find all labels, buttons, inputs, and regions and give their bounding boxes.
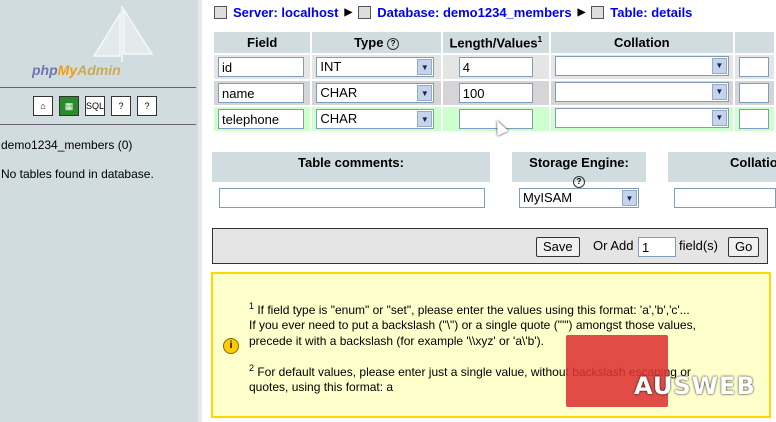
field-attributes-select[interactable] xyxy=(738,57,769,77)
length-header-label: Length/Values xyxy=(449,35,538,51)
field-name-input[interactable] xyxy=(218,109,304,129)
storage-engine-select[interactable]: MyISAM ▼ xyxy=(519,188,639,208)
breadcrumb: Server: localhost ▶ Database: demo1234_m… xyxy=(214,5,692,20)
footnote-marker: 1 xyxy=(537,34,543,44)
chevron-down-icon: ▼ xyxy=(711,57,727,74)
breadcrumb-server[interactable]: Server: localhost xyxy=(233,5,339,20)
docs-sql-icon[interactable]: ? xyxy=(137,96,157,116)
field-collation-select[interactable]: ▼ xyxy=(554,81,729,102)
field-collation-select[interactable]: ▼ xyxy=(554,107,729,128)
save-button[interactable]: Save xyxy=(536,237,580,257)
field-type-select[interactable]: CHAR ▼ xyxy=(316,83,435,103)
field-type-value: INT xyxy=(320,59,342,74)
navigation-sidebar: phpMyAdmin ⌂ ▦ SQL ? ? demo1234_members … xyxy=(0,0,198,422)
note1-text: If field type is "enum" or "set", please… xyxy=(254,303,690,317)
field-length-input[interactable] xyxy=(458,57,533,77)
query-icon[interactable]: ▦ xyxy=(59,96,79,116)
chevron-down-icon: ▼ xyxy=(622,190,637,206)
field-attributes-select[interactable] xyxy=(738,109,769,129)
home-icon[interactable]: ⌂ xyxy=(33,96,53,116)
frame-splitter[interactable] xyxy=(198,0,202,422)
no-tables-message: No tables found in database. xyxy=(1,167,154,181)
logo-php-text: php xyxy=(32,62,58,78)
breadcrumb-arrow-icon: ▶ xyxy=(577,7,586,18)
or-add-label: Or Add xyxy=(593,238,634,253)
storage-engine-header: Storage Engine: ? xyxy=(512,152,646,188)
chevron-down-icon: ▼ xyxy=(417,85,433,101)
column-header-collation: Collation xyxy=(550,32,733,53)
type-header-label: Type xyxy=(354,35,384,50)
database-link[interactable]: demo1234_members (0) xyxy=(1,138,132,152)
column-header-type: Type ? xyxy=(312,32,441,53)
field-name-input[interactable] xyxy=(218,57,304,77)
server-icon xyxy=(214,6,227,19)
field-type-select[interactable]: INT ▼ xyxy=(316,57,435,77)
note1-line3: precede it with a backslash (for example… xyxy=(249,334,544,348)
storage-engine-value: MyISAM xyxy=(523,190,573,205)
sidebar-icon-bar: ⌂ ▦ SQL ? ? xyxy=(33,96,157,116)
chevron-down-icon: ▼ xyxy=(711,109,727,126)
field-attributes-select[interactable] xyxy=(738,83,769,103)
field-name-input[interactable] xyxy=(218,83,304,103)
breadcrumb-table[interactable]: Table: details xyxy=(610,5,692,20)
breadcrumb-database[interactable]: Database: demo1234_members xyxy=(377,5,571,20)
help-icon[interactable]: ? xyxy=(387,37,400,50)
table-row: CHAR ▼ ▼ xyxy=(214,81,774,105)
database-icon xyxy=(358,6,372,19)
sidebar-divider xyxy=(0,124,196,125)
breadcrumb-arrow-icon: ▶ xyxy=(344,7,353,18)
sailboat-logo-icon xyxy=(92,6,154,62)
column-header-field: Field xyxy=(214,32,311,53)
note1-line2: If you ever need to put a backslash ("\"… xyxy=(249,318,696,332)
sql-icon[interactable]: SQL xyxy=(85,96,105,116)
chevron-down-icon: ▼ xyxy=(417,111,433,127)
table-icon xyxy=(591,6,605,19)
chevron-down-icon: ▼ xyxy=(417,59,433,75)
table-comments-input[interactable] xyxy=(219,188,485,208)
help-icon[interactable]: ? xyxy=(573,175,585,188)
collation-header: Collatio xyxy=(668,152,776,182)
fields-label: field(s) xyxy=(679,238,719,253)
add-fields-count-input[interactable] xyxy=(638,237,676,257)
field-type-select[interactable]: CHAR ▼ xyxy=(316,109,435,129)
note2-line2: quotes, using this format: a xyxy=(249,380,394,394)
phpmyadmin-logo[interactable]: phpMyAdmin xyxy=(32,62,121,78)
docs-icon[interactable]: ? xyxy=(111,96,131,116)
sidebar-divider xyxy=(0,87,196,88)
info-icon: i xyxy=(223,338,239,354)
fields-table: Field Type ? Length/Values1 Collation IN… xyxy=(212,30,776,133)
watermark-text: AUSWEB xyxy=(634,372,756,400)
go-button[interactable]: Go xyxy=(728,237,760,257)
note1-line1: 1 If field type is "enum" or "set", plea… xyxy=(249,298,690,318)
column-header-extra xyxy=(734,32,774,53)
field-collation-select[interactable]: ▼ xyxy=(554,55,729,76)
storage-engine-label: Storage Engine: xyxy=(529,155,629,170)
table-collation-select[interactable] xyxy=(674,188,776,208)
logo-my-text: My xyxy=(57,62,78,78)
field-type-value: CHAR xyxy=(320,111,358,126)
field-type-value: CHAR xyxy=(320,85,358,100)
column-header-length: Length/Values1 xyxy=(442,32,549,53)
save-bar: Save Or Add field(s) Go xyxy=(212,228,768,264)
table-row: INT ▼ ▼ xyxy=(214,55,774,79)
field-length-input[interactable] xyxy=(458,83,533,103)
table-comments-header: Table comments: xyxy=(212,152,490,182)
chevron-down-icon: ▼ xyxy=(711,83,727,100)
logo-admin-text: Admin xyxy=(77,62,121,78)
